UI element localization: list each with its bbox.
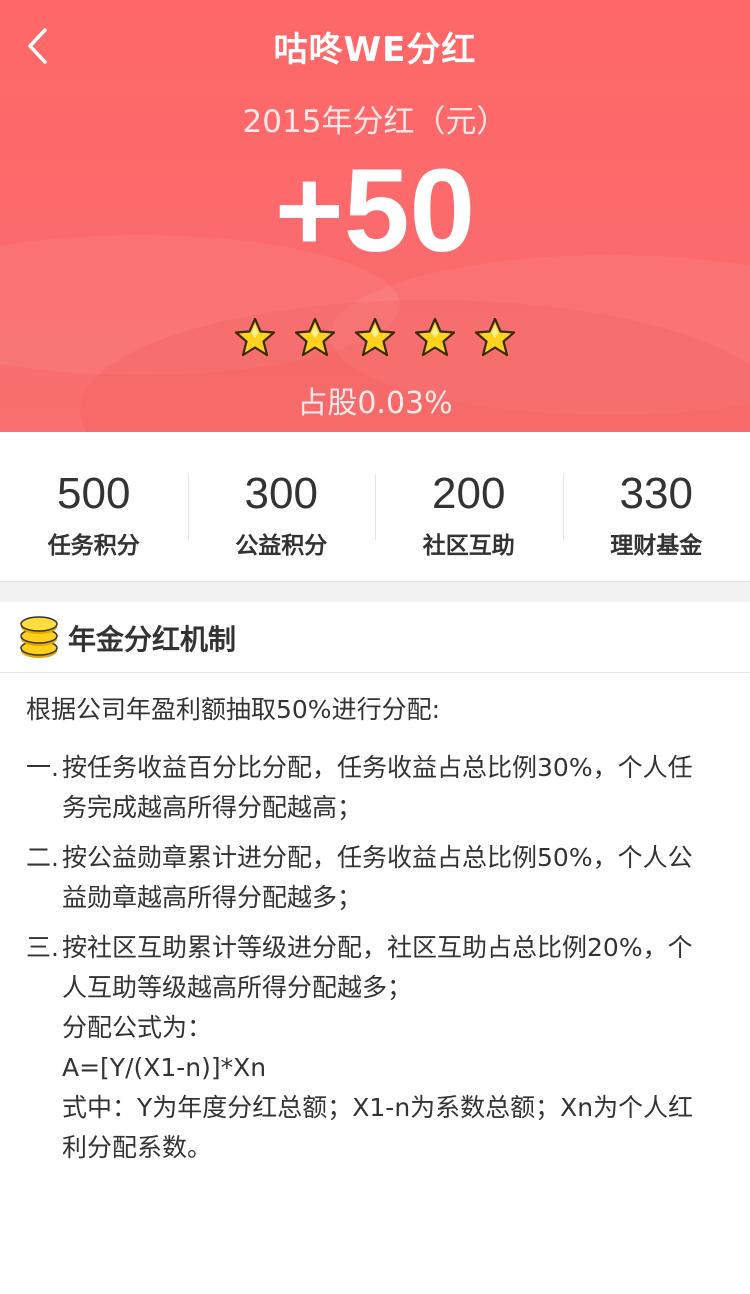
rule-number: 三. bbox=[26, 933, 59, 962]
star-icon bbox=[414, 317, 456, 357]
rule-line: 按公益勋章累计进分配，任务收益占总比例50%，个人公 bbox=[62, 843, 693, 872]
stat-task-points[interactable]: 500 任务积分 bbox=[0, 432, 188, 581]
rule-line: 式中：Y为年度分红总额；X1-n为系数总额；Xn为个人红 bbox=[62, 1093, 694, 1122]
section-header: 年金分红机制 bbox=[0, 602, 750, 673]
rule-text: 按任务收益百分比分配，任务收益占总比例30%，个人任 务完成越高所得分配越高； bbox=[62, 748, 740, 828]
star-icon bbox=[234, 317, 276, 357]
share-percentage: 占股0.03% bbox=[297, 386, 453, 421]
stat-label: 任务积分 bbox=[47, 533, 140, 559]
rule-line: 益勋章越高所得分配越多； bbox=[62, 883, 363, 912]
rule-item: 二. 按公益勋章累计进分配，任务收益占总比例50%，个人公 益勋章越高所得分配越多； bbox=[26, 838, 740, 918]
stat-community-help[interactable]: 200 社区互助 bbox=[375, 432, 563, 581]
stat-value: 300 bbox=[244, 469, 318, 518]
stat-charity-points[interactable]: 300 公益积分 bbox=[187, 432, 376, 581]
stat-value: 200 bbox=[432, 469, 506, 518]
rule-line: 利分配系数。 bbox=[62, 1133, 213, 1162]
rule-line: 人互助等级越高所得分配越多； bbox=[62, 973, 413, 1002]
dividend-rules: 根据公司年盈利额抽取50%进行分配: 一. 按任务收益百分比分配，任务收益占总比例… bbox=[26, 690, 740, 1178]
rule-line: 分配公式为： bbox=[62, 1013, 213, 1042]
rule-line: 务完成越高所得分配越高； bbox=[62, 793, 363, 822]
hero-banner: 咕咚WE分红 2015年分红（元） +50 占股0.03% bbox=[0, 0, 750, 432]
rules-list: 一. 按任务收益百分比分配，任务收益占总比例30%，个人任 务完成越高所得分配越高；… bbox=[26, 748, 740, 1168]
rule-item: 一. 按任务收益百分比分配，任务收益占总比例30%，个人任 务完成越高所得分配越高； bbox=[26, 748, 740, 828]
rule-text: 按公益勋章累计进分配，任务收益占总比例50%，个人公 益勋章越高所得分配越多； bbox=[62, 838, 740, 918]
stat-label: 公益积分 bbox=[235, 533, 328, 559]
stat-value: 330 bbox=[619, 469, 693, 518]
year-dividend-label: 2015年分红（元） bbox=[242, 104, 508, 140]
rule-line: 按任务收益百分比分配，任务收益占总比例30%，个人任 bbox=[62, 753, 693, 782]
star-rating bbox=[0, 316, 750, 360]
rule-number: 二. bbox=[26, 843, 59, 872]
rule-number: 一. bbox=[26, 753, 59, 782]
stat-value: 500 bbox=[57, 469, 131, 518]
star-icon bbox=[354, 317, 396, 357]
dividend-amount: +50 bbox=[274, 145, 476, 277]
star-icon bbox=[294, 317, 336, 357]
points-summary: 500 任务积分 300 公益积分 200 社区互助 330 理财基金 bbox=[0, 432, 750, 582]
stat-label: 社区互助 bbox=[422, 533, 515, 559]
stat-finance-fund[interactable]: 330 理财基金 bbox=[562, 432, 750, 581]
section-title: 年金分红机制 bbox=[68, 623, 237, 656]
section-divider bbox=[0, 582, 750, 602]
coin-stack-icon bbox=[20, 616, 58, 658]
rules-intro: 根据公司年盈利额抽取50%进行分配: bbox=[26, 695, 440, 724]
rule-text: 按社区互助累计等级进分配，社区互助占总比例20%，个 人互助等级越高所得分配越多；… bbox=[62, 928, 740, 1168]
rule-line: 按社区互助累计等级进分配，社区互助占总比例20%，个 bbox=[62, 933, 693, 962]
rule-item: 三. 按社区互助累计等级进分配，社区互助占总比例20%，个 人互助等级越高所得分配越… bbox=[26, 928, 740, 1168]
page-title: 咕咚WE分红 bbox=[273, 30, 477, 70]
star-icon bbox=[474, 317, 516, 357]
stat-label: 理财基金 bbox=[610, 533, 703, 559]
rule-line: A=[Y/(X1-n)]*Xn bbox=[62, 1053, 267, 1082]
